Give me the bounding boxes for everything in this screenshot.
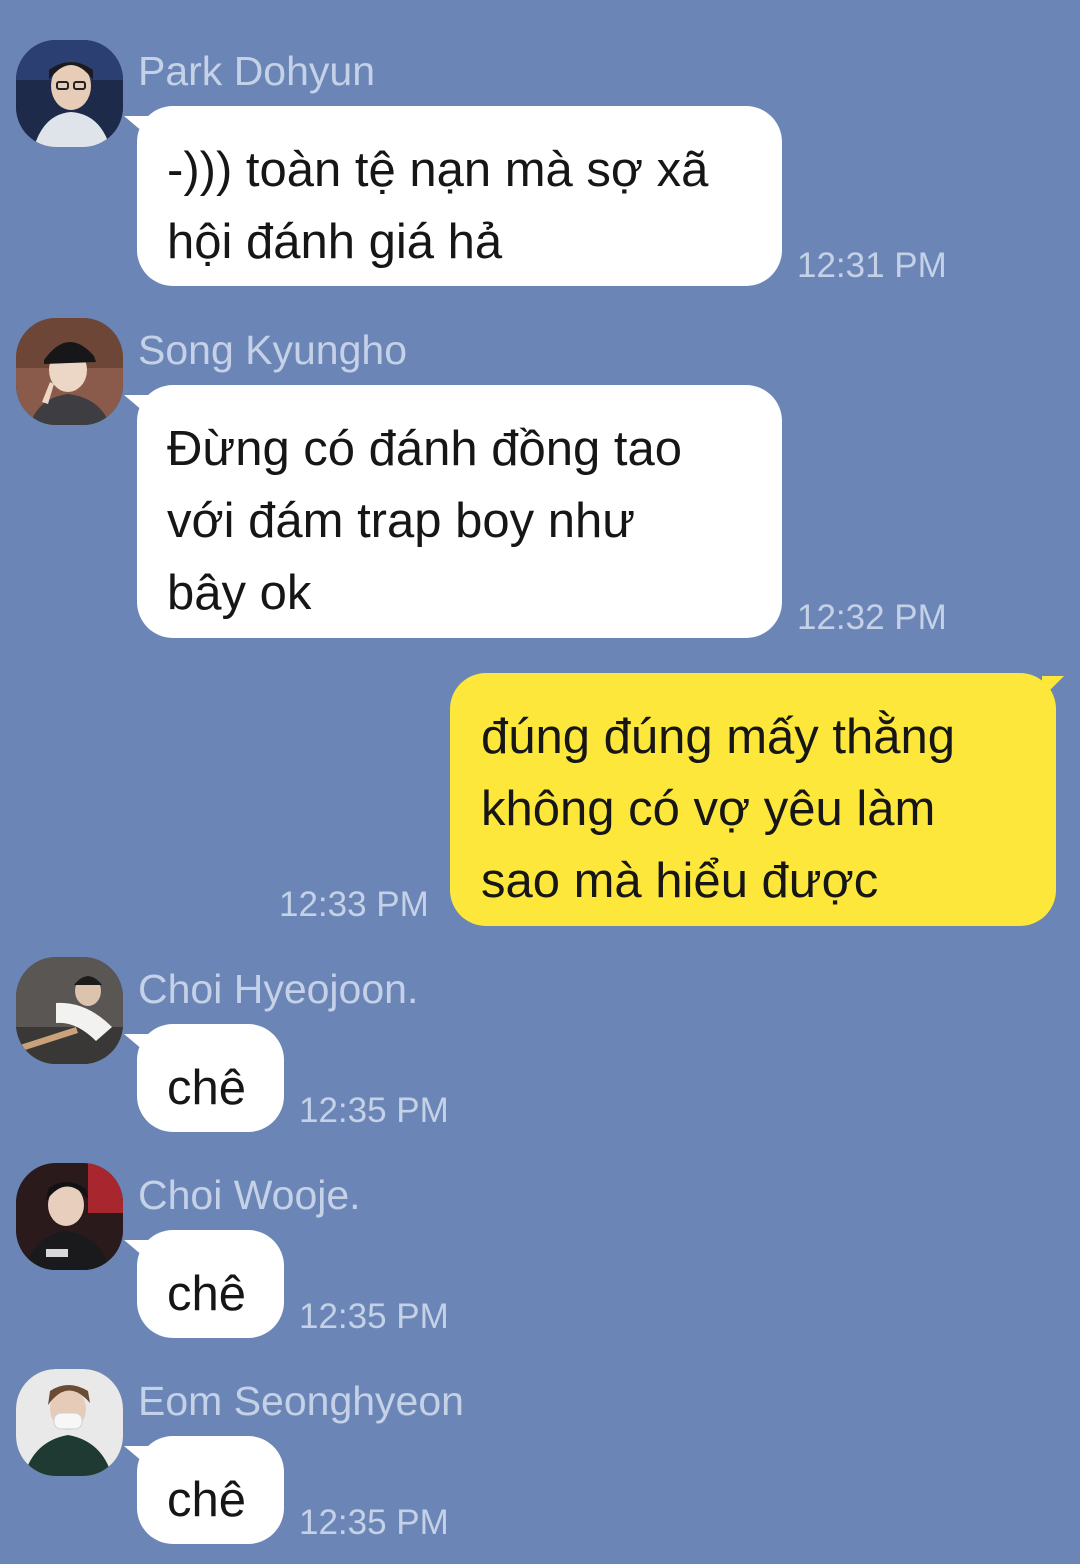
message-bubble[interactable]: Đừng có đánh đồng tao với đám trap boy n… xyxy=(137,385,782,638)
message-time: 12:35 PM xyxy=(299,1297,449,1336)
message-bubble[interactable]: chê xyxy=(137,1024,284,1132)
sender-name: Park Dohyun xyxy=(138,48,376,94)
message-time: 12:33 PM xyxy=(279,885,429,924)
profile-photo-icon xyxy=(16,318,123,425)
bubble-tail xyxy=(1042,676,1064,698)
profile-photo-icon xyxy=(16,1163,123,1270)
message-time: 12:32 PM xyxy=(797,598,947,637)
message-time: 12:31 PM xyxy=(797,246,947,285)
profile-photo-icon xyxy=(16,957,123,1064)
message-time: 12:35 PM xyxy=(299,1091,449,1130)
outgoing-message-bubble[interactable]: đúng đúng mấy thằng không có vợ yêu làm … xyxy=(450,673,1056,926)
sender-name: Choi Wooje. xyxy=(138,1172,361,1218)
avatar[interactable] xyxy=(16,957,123,1064)
message-bubble[interactable]: chê xyxy=(137,1230,284,1338)
profile-photo-icon xyxy=(16,1369,123,1476)
sender-name: Choi Hyeojoon. xyxy=(138,966,419,1012)
sender-name: Eom Seonghyeon xyxy=(138,1378,464,1424)
message-time: 12:35 PM xyxy=(299,1503,449,1542)
avatar[interactable] xyxy=(16,318,123,425)
message-bubble[interactable]: -))) toàn tệ nạn mà sợ xã hội đánh giá h… xyxy=(137,106,782,286)
avatar[interactable] xyxy=(16,1163,123,1270)
sender-name: Song Kyungho xyxy=(138,327,408,373)
avatar[interactable] xyxy=(16,40,123,147)
profile-photo-icon xyxy=(16,40,123,147)
avatar[interactable] xyxy=(16,1369,123,1476)
message-bubble[interactable]: chê xyxy=(137,1436,284,1544)
